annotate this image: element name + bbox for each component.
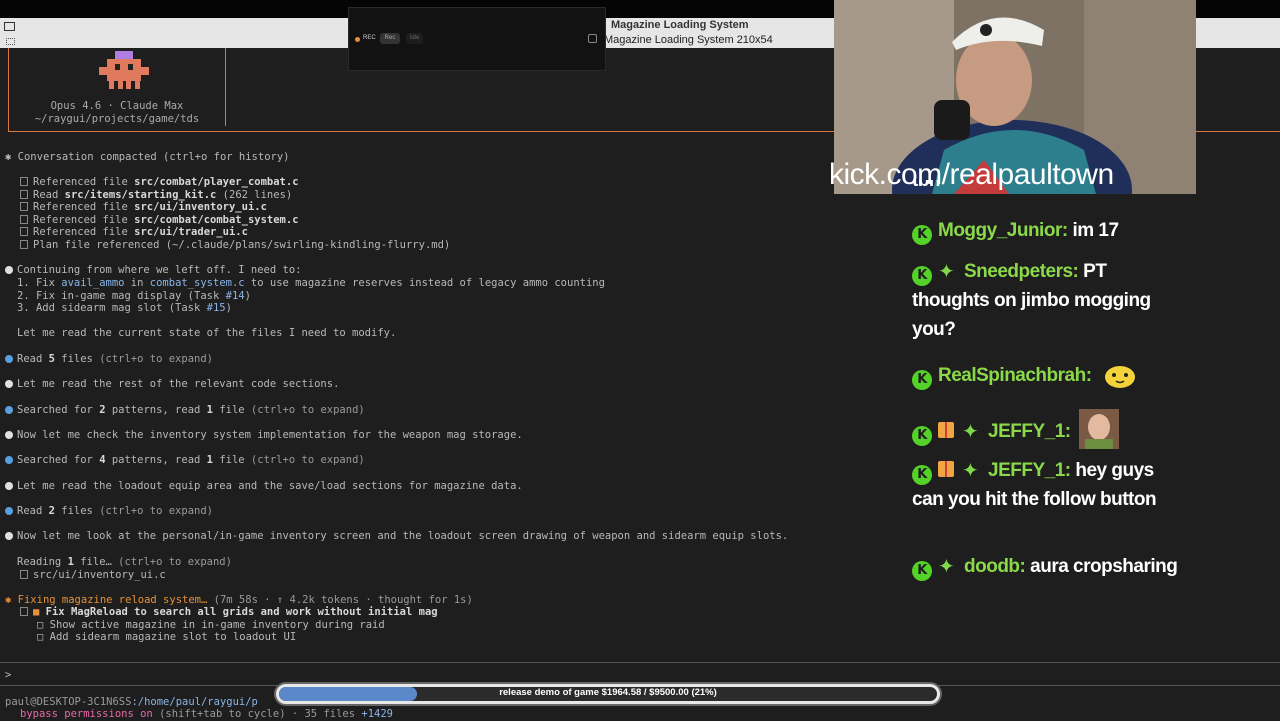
donation-goal-bar: release demo of game $1964.58 / $9500.00…: [274, 682, 942, 706]
verified-badge-icon: ✦: [962, 458, 979, 482]
file-ref-row: Referenced file src/combat/player_combat…: [20, 176, 299, 189]
record-dot-icon: [355, 37, 360, 42]
status-line-permissions: bypass permissions on (shift+tab to cycl…: [20, 708, 393, 720]
window-menu-icon[interactable]: [4, 22, 15, 31]
file-ref-row: Referenced file src/ui/trader_ui.c: [20, 226, 248, 239]
tool-call-read[interactable]: Read 2 files (ctrl+o to expand): [5, 505, 213, 518]
gift-badge-icon: [938, 461, 954, 477]
compacted-notice: ✱ Conversation compacted (ctrl+o for his…: [5, 151, 290, 163]
verified-badge-icon: ✦: [938, 259, 955, 283]
tool-call-search[interactable]: Searched for 4 patterns, read 1 file (ct…: [5, 454, 365, 467]
kick-badge-icon: K: [912, 561, 932, 581]
claude-mascot-icon: [99, 51, 149, 89]
prompt-divider-top: [0, 662, 1280, 663]
chat-message: K Moggy_Junior: im 17: [912, 216, 1182, 245]
chat-message: K RealSpinachbrah:: [912, 359, 1182, 390]
goal-label: release demo of game $1964.58 / $9500.00…: [499, 687, 717, 698]
verified-badge-icon: ✦: [938, 554, 955, 578]
tool-call-search[interactable]: Searched for 2 patterns, read 1 file (ct…: [5, 404, 365, 417]
file-ref-row: Plan file referenced (~/.claude/plans/sw…: [20, 239, 450, 252]
kick-badge-icon: K: [912, 370, 932, 390]
header-divider: [225, 48, 226, 126]
window-title: Magazine Loading System: [611, 19, 749, 31]
rec-status: REC: [363, 35, 376, 41]
chat-message: K ✦ Sneedpeters: PT thoughts on jimbo mogg…: [912, 259, 1151, 340]
assistant-message: Let me read the current state of the fil…: [17, 327, 397, 339]
window-subtitle: Magazine Loading System 210x54: [604, 34, 773, 46]
assistant-message: Now let me check the inventory system im…: [5, 429, 523, 442]
window-grip-icon: [6, 38, 15, 45]
todo-item: 1. Fix avail_ammo in combat_system.c to …: [17, 277, 605, 289]
assistant-message: Let me read the rest of the relevant cod…: [5, 378, 339, 391]
kick-badge-icon: K: [912, 426, 932, 446]
model-label: Opus 4.6 · Claude Max: [50, 100, 184, 112]
assistant-message: Let me read the loadout equip area and t…: [5, 480, 523, 493]
task-active: ■ Fix MagReload to search all grids and …: [20, 606, 438, 619]
prompt-input[interactable]: >: [5, 669, 11, 682]
todo-item: 3. Add sidearm mag slot (Task #15): [17, 302, 232, 314]
chat-message: K ✦ JEFFY_1: hey guys can you hit the foll…: [912, 458, 1157, 510]
project-path: ~/raygui/projects/game/tds: [34, 113, 200, 125]
assistant-message: Now let me look at the personal/in-game …: [5, 530, 788, 543]
chat-partial: tbh: [912, 180, 941, 191]
emote-icon: [1105, 366, 1136, 388]
idle-button[interactable]: Idle: [406, 33, 423, 44]
task-pending: □ Add sidearm magazine slot to loadout U…: [37, 631, 297, 643]
expand-icon[interactable]: [588, 34, 597, 43]
emote-image-icon: [1079, 409, 1120, 449]
chat-message: K ✦ JEFFY_1:: [912, 409, 1182, 449]
assistant-message: Continuing from where we left off. I nee…: [5, 264, 301, 277]
gift-badge-icon: [938, 422, 954, 438]
kick-badge-icon: K: [912, 266, 932, 286]
chat-message: K ✦ doodb: aura cropsharing: [912, 552, 1182, 581]
tool-call-reading[interactable]: Reading 1 file… (ctrl+o to expand): [17, 556, 232, 569]
rec-button[interactable]: Rec: [380, 33, 400, 44]
kick-badge-icon: K: [912, 225, 932, 245]
file-ref-row: Referenced file src/ui/inventory_ui.c: [20, 201, 267, 214]
kick-badge-icon: K: [912, 465, 932, 485]
tool-call-read[interactable]: Read 5 files (ctrl+o to expand): [5, 353, 213, 366]
verified-badge-icon: ✦: [962, 419, 979, 443]
recorder-widget: REC Rec Idle: [348, 7, 606, 71]
reading-file-row: src/ui/inventory_ui.c: [20, 569, 166, 582]
